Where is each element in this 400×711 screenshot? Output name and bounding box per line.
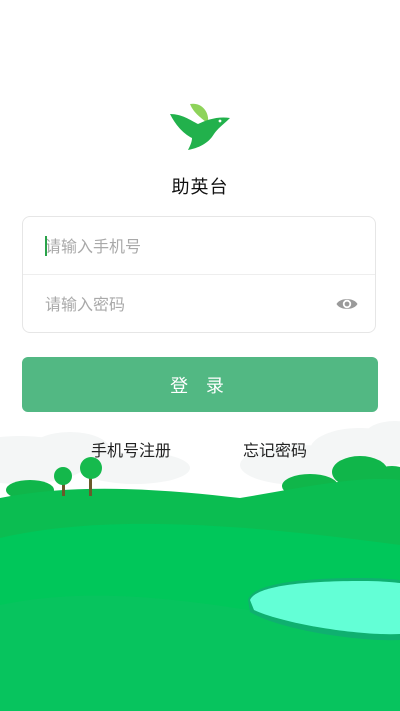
- app-name: 助英台: [171, 177, 229, 198]
- register-link[interactable]: 手机号注册: [91, 437, 171, 461]
- forgot-password-link[interactable]: 忘记密码: [243, 437, 307, 461]
- login-form: [22, 216, 376, 333]
- phone-field-row: [23, 217, 375, 275]
- bird-logo-icon: [170, 103, 230, 150]
- login-button[interactable]: 登 录: [22, 357, 378, 412]
- eye-icon[interactable]: [335, 292, 359, 316]
- landscape-illustration: [0, 421, 400, 711]
- password-field-row: [23, 275, 375, 333]
- password-input[interactable]: [45, 275, 335, 333]
- phone-input[interactable]: [45, 217, 335, 275]
- text-caret: [45, 236, 47, 256]
